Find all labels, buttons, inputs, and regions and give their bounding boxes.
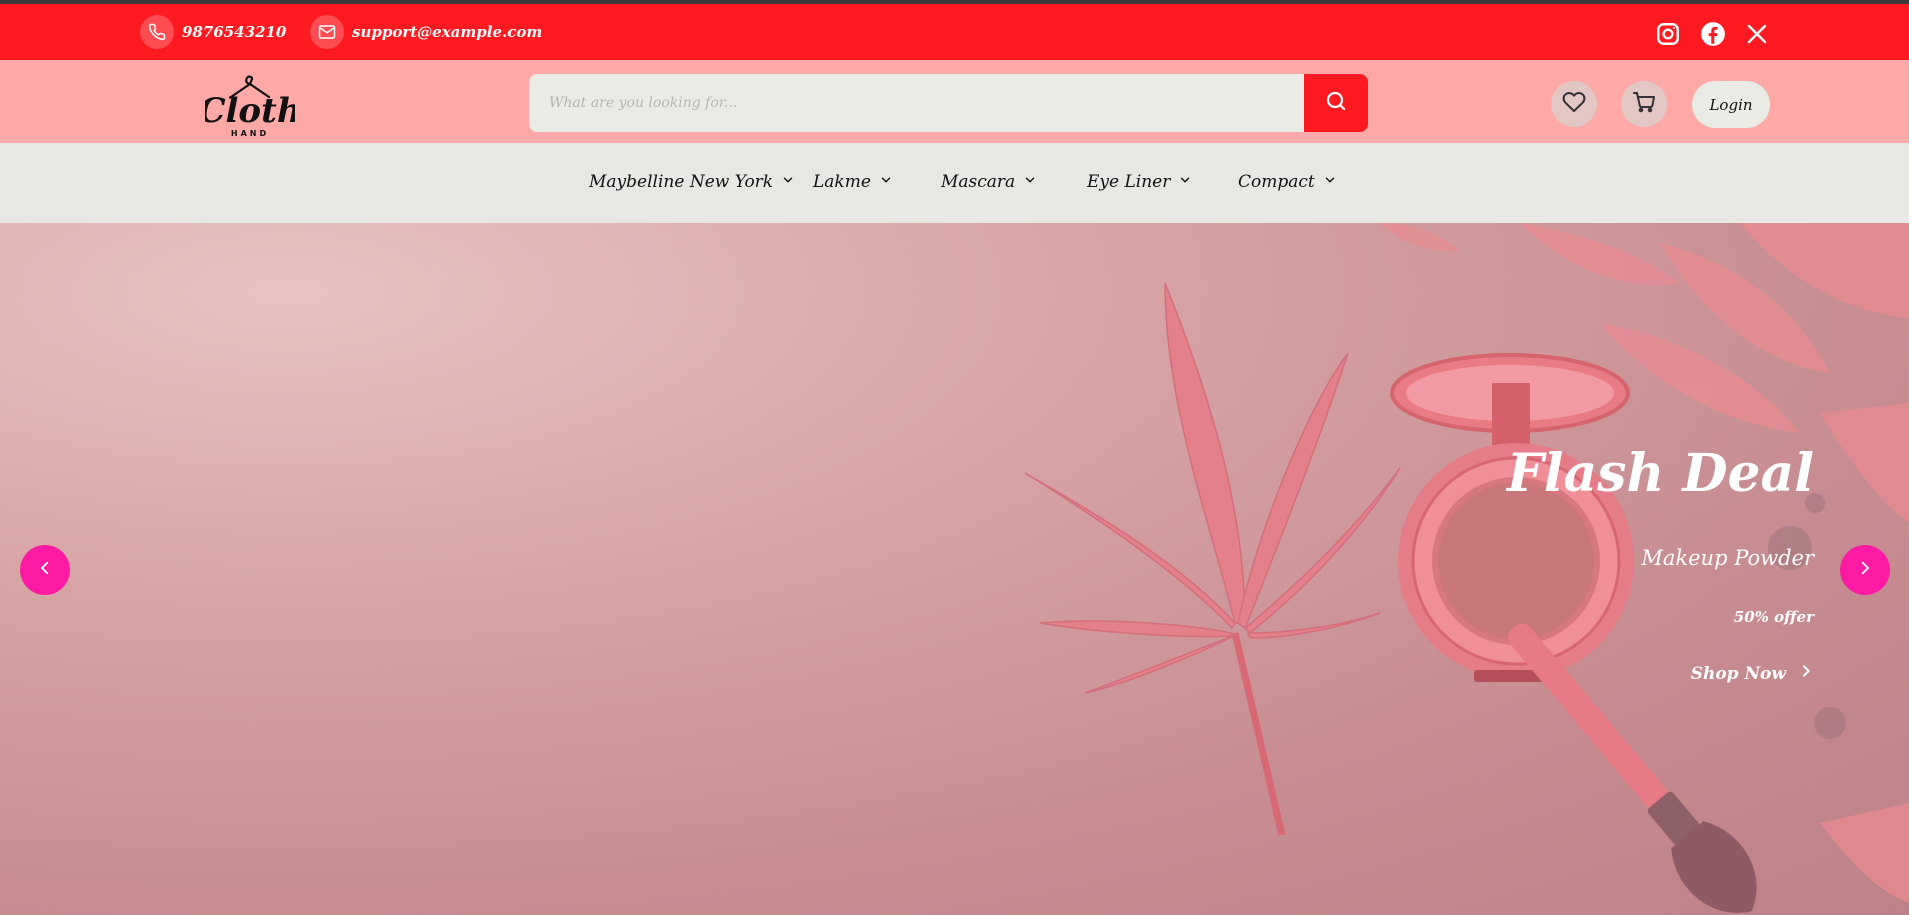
chevron-left-icon	[36, 559, 54, 581]
chevron-right-icon	[1798, 663, 1814, 684]
chevron-down-icon	[1015, 172, 1037, 192]
hero-banner: Flash Deal Makeup Powder 50% offer Shop …	[0, 223, 1909, 915]
nav-item-label: Compact	[1238, 172, 1315, 192]
login-button[interactable]: Login	[1692, 81, 1770, 128]
nav-item-mascara[interactable]: Mascara	[941, 172, 1037, 192]
facebook-icon[interactable]	[1699, 20, 1727, 48]
site-header: Cloth HAND Login	[0, 60, 1909, 143]
top-contact-bar: 9876543210 support@example.com	[0, 4, 1909, 60]
hero-image	[1024, 223, 1909, 913]
cart-icon	[1632, 90, 1656, 118]
hero-title: Flash Deal	[1506, 443, 1814, 504]
nav-item-label: Eye Liner	[1087, 172, 1171, 192]
heart-icon	[1562, 90, 1586, 118]
nav-item-compact[interactable]: Compact	[1238, 172, 1337, 192]
shop-now-label: Shop Now	[1690, 663, 1786, 684]
site-logo[interactable]: Cloth HAND	[198, 66, 302, 140]
category-nav: Maybelline New York Lakme Mascara Eye Li…	[0, 143, 1909, 223]
cart-button[interactable]	[1621, 81, 1667, 127]
x-icon[interactable]	[1743, 20, 1771, 48]
carousel-prev-button[interactable]	[20, 545, 70, 595]
carousel-next-button[interactable]	[1840, 545, 1890, 595]
chevron-down-icon	[773, 172, 795, 192]
email-address: support@example.com	[352, 23, 543, 41]
svg-text:Cloth: Cloth	[205, 91, 295, 131]
search-icon	[1324, 89, 1348, 117]
email-contact[interactable]: support@example.com	[310, 15, 542, 49]
nav-item-maybelline[interactable]: Maybelline New York	[589, 172, 795, 192]
hero-subtitle: Makeup Powder	[1641, 546, 1814, 570]
mail-icon	[310, 15, 344, 49]
nav-item-label: Lakme	[813, 172, 871, 192]
shop-now-link[interactable]: Shop Now	[1691, 663, 1814, 684]
phone-icon	[140, 15, 174, 49]
nav-item-eye-liner[interactable]: Eye Liner	[1087, 172, 1192, 192]
nav-item-label: Maybelline New York	[589, 172, 774, 192]
phone-contact[interactable]: 9876543210	[140, 15, 286, 49]
chevron-right-icon	[1856, 559, 1874, 581]
search-button[interactable]	[1304, 74, 1368, 132]
wishlist-button[interactable]	[1551, 81, 1597, 127]
phone-number: 9876543210	[182, 23, 287, 41]
chevron-down-icon	[871, 172, 893, 192]
hero-offer: 50% offer	[1733, 608, 1814, 626]
search-bar	[529, 74, 1368, 132]
nav-item-label: Mascara	[941, 172, 1016, 192]
chevron-down-icon	[1170, 172, 1192, 192]
search-input[interactable]	[529, 74, 1304, 132]
svg-text:HAND: HAND	[231, 129, 269, 138]
nav-item-lakme[interactable]: Lakme	[813, 172, 893, 192]
chevron-down-icon	[1315, 172, 1337, 192]
instagram-icon[interactable]	[1654, 20, 1682, 48]
